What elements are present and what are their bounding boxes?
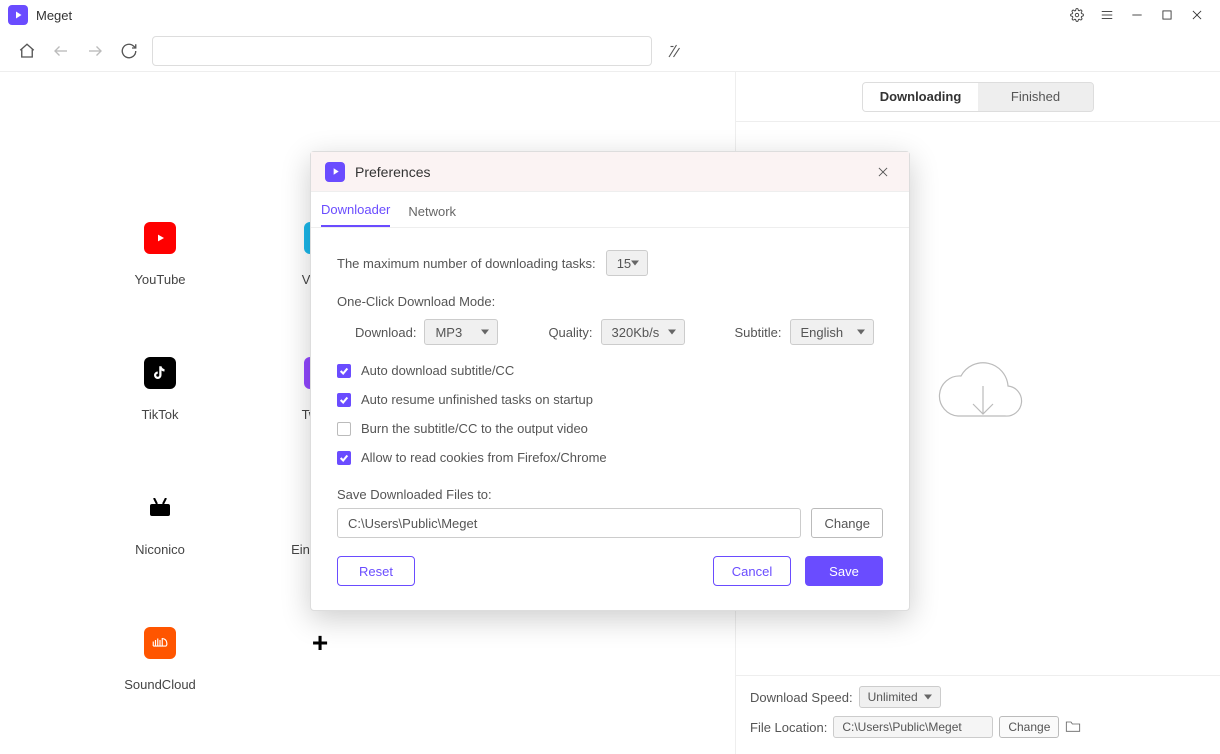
app-logo-icon <box>8 5 28 25</box>
location-label: File Location: <box>750 720 827 735</box>
menu-icon[interactable] <box>1092 0 1122 30</box>
url-input[interactable] <box>152 36 652 66</box>
back-icon[interactable] <box>44 34 78 68</box>
max-tasks-select[interactable]: 15 <box>606 250 648 276</box>
change-path-button[interactable]: Change <box>811 508 883 538</box>
checkbox-read-cookies[interactable] <box>337 451 351 465</box>
site-label: Niconico <box>135 542 185 557</box>
app-title: Meget <box>36 8 72 23</box>
maximize-icon[interactable] <box>1152 0 1182 30</box>
tab-network[interactable]: Network <box>408 196 456 227</box>
site-label: YouTube <box>134 272 185 287</box>
tab-downloader[interactable]: Downloader <box>321 194 390 227</box>
location-change-button[interactable]: Change <box>999 716 1059 738</box>
subtitle-lang-label: Subtitle: <box>735 325 782 340</box>
checkbox-label: Auto resume unfinished tasks on startup <box>361 392 593 407</box>
save-path-input[interactable] <box>337 508 801 538</box>
quality-select[interactable]: 320Kb/s <box>601 319 685 345</box>
oneclick-label: One-Click Download Mode: <box>337 294 495 309</box>
site-youtube[interactable]: YouTube <box>120 222 200 287</box>
dialog-close-icon[interactable] <box>871 160 895 184</box>
home-icon[interactable] <box>10 34 44 68</box>
checkbox-burn-subtitle[interactable] <box>337 422 351 436</box>
dialog-app-icon <box>325 162 345 182</box>
cloud-download-icon <box>928 356 1028 441</box>
speed-select[interactable]: Unlimited <box>859 686 941 708</box>
site-tiktok[interactable]: TikTok <box>120 357 200 422</box>
site-niconico[interactable]: Niconico <box>120 492 200 557</box>
quality-label: Quality: <box>548 325 592 340</box>
preferences-dialog: Preferences Downloader Network The maxim… <box>310 151 910 611</box>
max-tasks-label: The maximum number of downloading tasks: <box>337 256 596 271</box>
checkbox-label: Allow to read cookies from Firefox/Chrom… <box>361 450 607 465</box>
site-soundcloud[interactable]: SoundCloud <box>120 627 200 692</box>
save-button[interactable]: Save <box>805 556 883 586</box>
reload-icon[interactable] <box>112 34 146 68</box>
checkbox-auto-resume[interactable] <box>337 393 351 407</box>
close-icon[interactable] <box>1182 0 1212 30</box>
download-tabs: Downloading Finished <box>736 72 1220 122</box>
open-folder-icon[interactable] <box>1065 719 1081 736</box>
paste-url-icon[interactable] <box>658 34 692 68</box>
site-label: TikTok <box>141 407 178 422</box>
site-add[interactable]: + <box>280 627 360 692</box>
tab-downloading[interactable]: Downloading <box>863 83 978 111</box>
tiktok-icon <box>144 357 176 389</box>
subtitle-lang-select[interactable]: English <box>790 319 874 345</box>
add-icon: + <box>304 627 336 659</box>
youtube-icon <box>144 222 176 254</box>
dialog-title: Preferences <box>355 164 871 180</box>
checkbox-label: Burn the subtitle/CC to the output video <box>361 421 588 436</box>
save-to-label: Save Downloaded Files to: <box>337 487 492 502</box>
cancel-button[interactable]: Cancel <box>713 556 791 586</box>
soundcloud-icon <box>144 627 176 659</box>
speed-label: Download Speed: <box>750 690 853 705</box>
checkbox-label: Auto download subtitle/CC <box>361 363 514 378</box>
settings-icon[interactable] <box>1062 0 1092 30</box>
download-format-label: Download: <box>355 325 416 340</box>
forward-icon[interactable] <box>78 34 112 68</box>
reset-button[interactable]: Reset <box>337 556 415 586</box>
title-bar: Meget <box>0 0 1220 30</box>
site-label: SoundCloud <box>124 677 196 692</box>
download-footer: Download Speed: Unlimited File Location:… <box>736 675 1220 754</box>
minimize-icon[interactable] <box>1122 0 1152 30</box>
checkbox-auto-subtitle[interactable] <box>337 364 351 378</box>
location-input[interactable] <box>833 716 993 738</box>
niconico-icon <box>144 492 176 524</box>
nav-bar <box>0 30 1220 72</box>
tab-finished[interactable]: Finished <box>978 83 1093 111</box>
download-format-select[interactable]: MP3 <box>424 319 498 345</box>
